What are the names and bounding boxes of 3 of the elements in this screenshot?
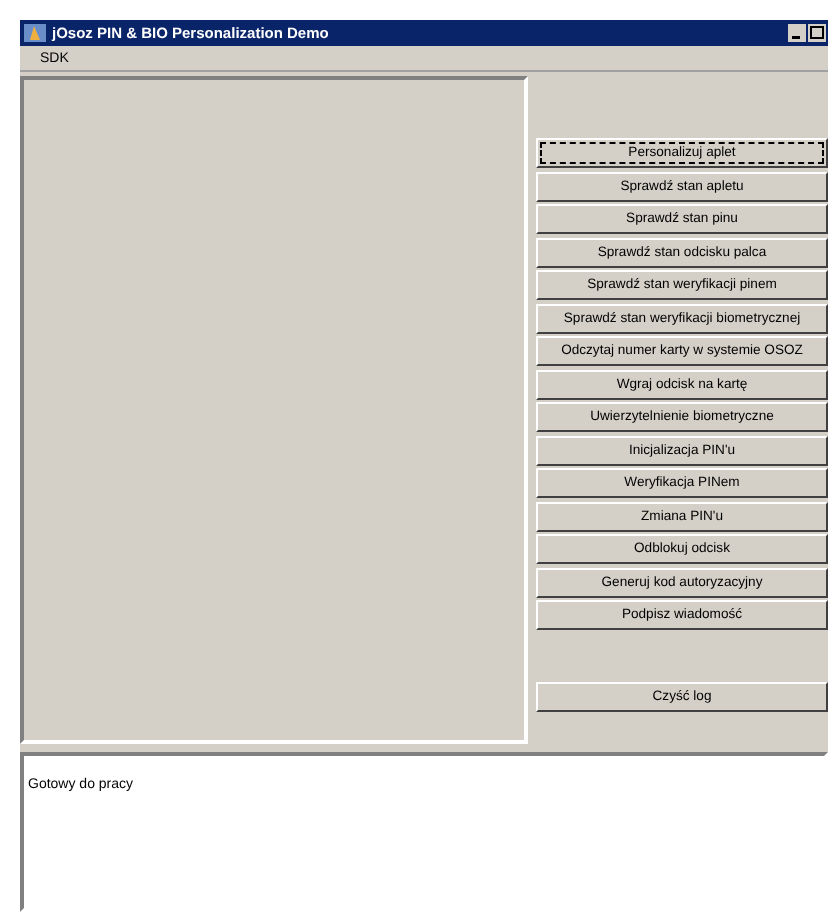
maximize-icon[interactable] bbox=[808, 24, 826, 42]
minimize-icon[interactable] bbox=[788, 24, 806, 42]
app-icon bbox=[24, 22, 46, 44]
